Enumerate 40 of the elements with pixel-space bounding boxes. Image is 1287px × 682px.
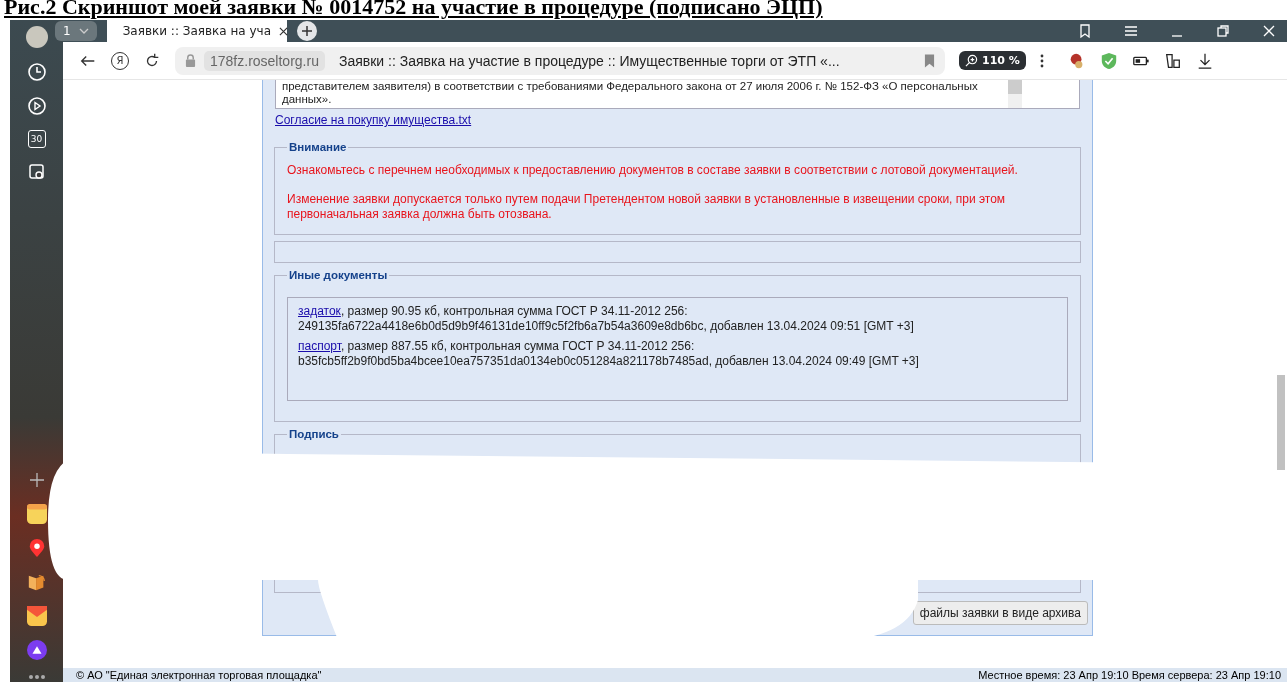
reading-mode-icon[interactable]: [1163, 51, 1182, 70]
section-title: Иные документы: [288, 269, 389, 281]
chevron-down-icon[interactable]: [78, 28, 89, 34]
section-title: Внимание: [288, 141, 348, 153]
notes-icon[interactable]: [26, 504, 47, 524]
document-checksum: 249135fa6722a4418e6b0d5d9b9f46131de10ff9c5f2fb6a7b54a3609e8db6bc, добавлен 13.04.2024 09:51 [GMT +3]: [298, 319, 915, 334]
more-icon[interactable]: [1039, 52, 1044, 69]
document-link[interactable]: паспорт: [298, 339, 341, 353]
collections-icon[interactable]: [1077, 23, 1093, 39]
document-checksum: b35fcb5ff2b9f0bd5ba4bcee10ea757351da0134eb0c051284a821178b7485ad, добавлен 13.04.2024 09:49 [GMT +3]: [298, 354, 920, 369]
close-tab-icon[interactable]: [279, 26, 289, 36]
warning-message: Изменение заявки допускается только путем подачи Претендентом новой заявки в установленные в извещении сроки, при этом первоначальная заявка должна быть отозвана.: [287, 192, 1007, 222]
close-icon[interactable]: [1261, 23, 1277, 39]
screenshot-icon[interactable]: [26, 162, 47, 182]
consent-file-link[interactable]: Согласие на покупку имущества.txt: [275, 113, 472, 127]
mail-icon[interactable]: [26, 606, 47, 626]
time-text: Местное время: 23 Апр 19:10 Время сервера: 23 Апр 19:10: [978, 668, 1281, 682]
clock-icon[interactable]: [26, 62, 47, 82]
section-title: Подпись: [288, 428, 340, 440]
new-tab-icon[interactable]: [296, 21, 317, 41]
copyright-text: © АО "Единая электронная торговая площадка": [76, 668, 322, 682]
textarea-scrollbar[interactable]: [1008, 80, 1022, 108]
consent-text: представителем заявителя) в соответствии с требованиями Федерального закона от 27 июля 2006 г. № 152-ФЗ «О персональных данных».: [281, 80, 979, 107]
address-bar[interactable]: 178fz.roseltorg.ru Заявки :: Заявка на участие в процедуре :: Имущественные торги от ЭТП «...: [175, 46, 945, 75]
restore-icon[interactable]: [1215, 23, 1231, 39]
play-icon[interactable]: [26, 96, 47, 116]
menu-icon[interactable]: [1123, 23, 1139, 39]
browser-tab[interactable]: Заявки :: Заявка на уча: [106, 20, 287, 42]
document-link[interactable]: задаток: [298, 304, 341, 318]
zoom-in-icon: [965, 54, 978, 67]
tab-count-button[interactable]: 1: [55, 21, 97, 41]
warning-message: Ознакомьтесь с перечнем необходимых к предоставлению документов в составе заявки в соответствии с лотовой документацией.: [287, 163, 1019, 178]
document-details: , размер 90.95 кб, контрольная сумма ГОСТ Р 34.11-2012 256:: [340, 304, 688, 318]
avatar-icon[interactable]: [25, 26, 48, 48]
zoom-button[interactable]: 110 %: [959, 51, 1026, 70]
assistant-icon[interactable]: [26, 640, 47, 660]
page-scrollbar-thumb[interactable]: [1277, 375, 1285, 470]
book-icon[interactable]: [26, 572, 47, 592]
calendar-icon[interactable]: 30: [27, 130, 46, 148]
download-archive-button[interactable]: файлы заявки в виде архива: [912, 601, 1088, 625]
